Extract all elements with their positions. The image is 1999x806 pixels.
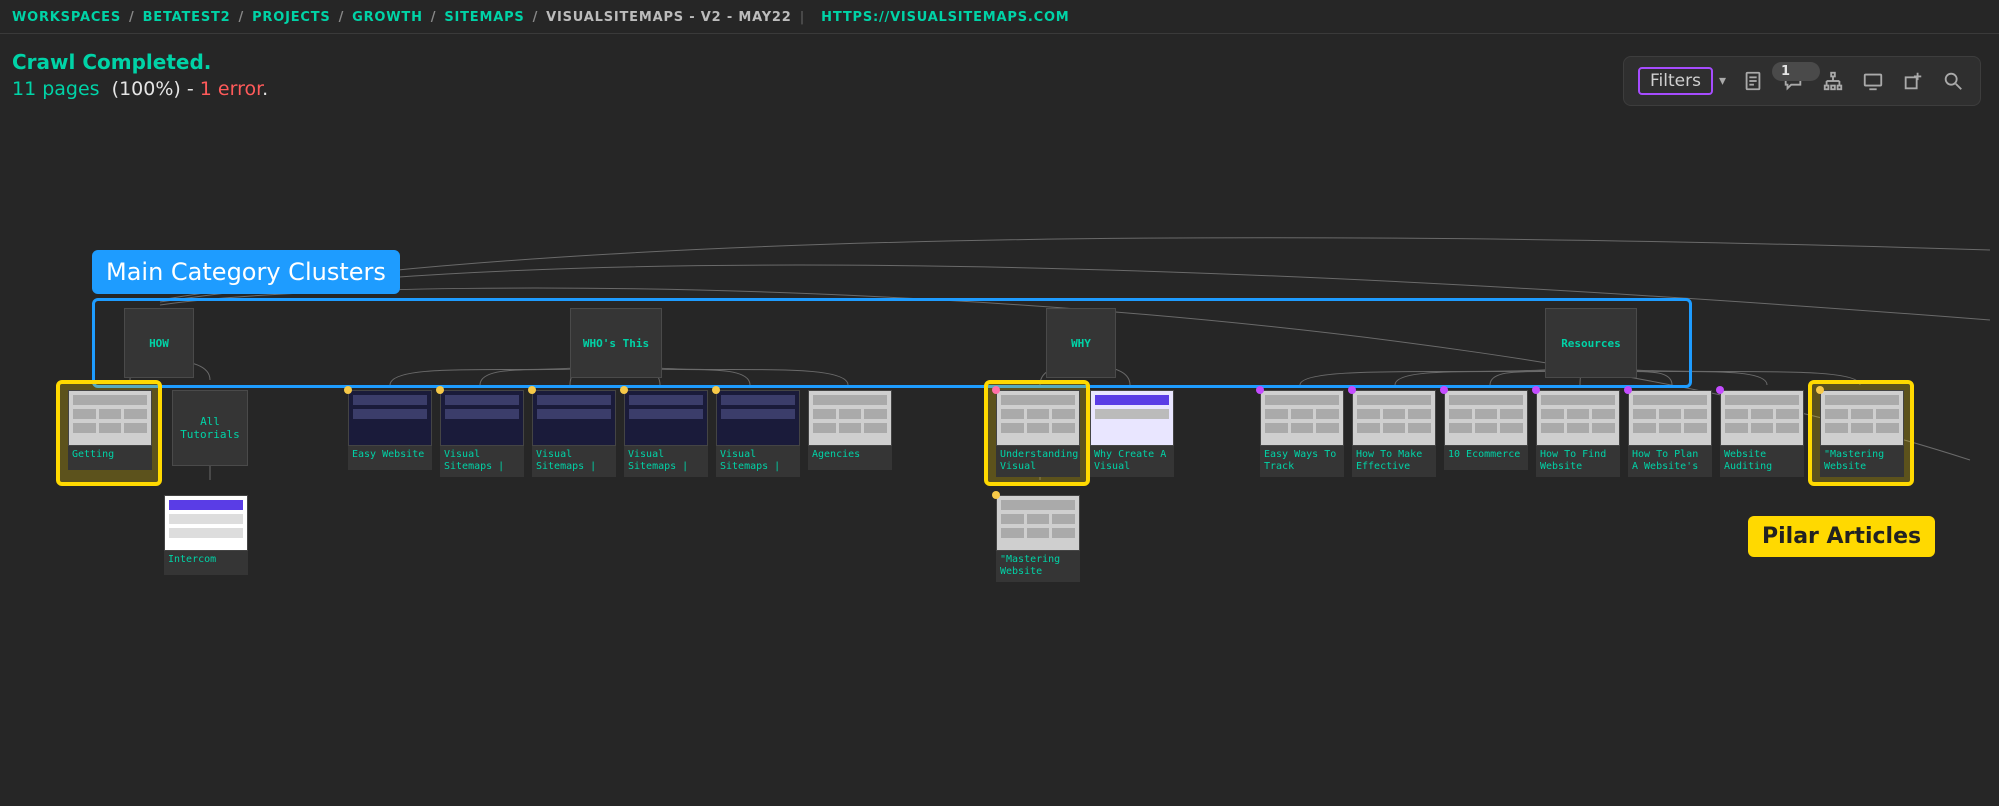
annotation-pillar-articles: Pilar Articles [1748, 516, 1935, 557]
page-intercom[interactable]: Intercom [164, 495, 248, 575]
category-why[interactable]: WHY [1046, 308, 1116, 378]
page-mastering-child[interactable]: "Mastering Website [996, 495, 1080, 582]
page-vs1[interactable]: Visual Sitemaps | [440, 390, 524, 477]
category-who[interactable]: WHO's This [570, 308, 662, 378]
crumb-workspaces[interactable]: WORKSPACES [12, 10, 121, 25]
cluster-highlight-box [92, 298, 1692, 388]
crumb-projects[interactable]: PROJECTS [252, 10, 330, 25]
page-how-plan[interactable]: How To Plan A Website's [1628, 390, 1712, 477]
page-vs3[interactable]: Visual Sitemaps | [624, 390, 708, 477]
page-why-create[interactable]: Why Create A Visual [1090, 390, 1174, 477]
crumb-sitemaps[interactable]: SITEMAPS [444, 10, 524, 25]
page-how-make[interactable]: How To Make Effective [1352, 390, 1436, 477]
category-how[interactable]: HOW [124, 308, 194, 378]
page-auditing[interactable]: Website Auditing [1720, 390, 1804, 477]
crumb-growth[interactable]: GROWTH [352, 10, 423, 25]
page-understanding[interactable]: Understanding Visual [996, 390, 1080, 477]
sitemap-canvas[interactable]: Main Category Clusters HOW WHO's This WH… [0, 40, 1999, 806]
page-easy-website[interactable]: Easy Website [348, 390, 432, 470]
page-how-find[interactable]: How To Find Website [1536, 390, 1620, 477]
crumb-current: VISUALSITEMAPS - V2 - MAY22 [546, 10, 791, 25]
crumb-betatest2[interactable]: BETATEST2 [143, 10, 231, 25]
site-url-link[interactable]: HTTPS://VISUALSITEMAPS.COM [821, 10, 1069, 25]
page-all-tutorials[interactable]: All Tutorials [172, 390, 248, 466]
category-resources[interactable]: Resources [1545, 308, 1637, 378]
breadcrumb-bar: WORKSPACES/ BETATEST2/ PROJECTS/ GROWTH/… [0, 0, 1999, 34]
page-easy-ways[interactable]: Easy Ways To Track [1260, 390, 1344, 477]
page-mastering[interactable]: "Mastering Website [1820, 390, 1904, 477]
annotation-main-clusters: Main Category Clusters [92, 250, 400, 294]
page-ecommerce[interactable]: 10 Ecommerce [1444, 390, 1528, 470]
page-vs4[interactable]: Visual Sitemaps | [716, 390, 800, 477]
page-agencies[interactable]: Agencies [808, 390, 892, 470]
page-getting[interactable]: Getting [68, 390, 152, 470]
page-vs2[interactable]: Visual Sitemaps | [532, 390, 616, 477]
